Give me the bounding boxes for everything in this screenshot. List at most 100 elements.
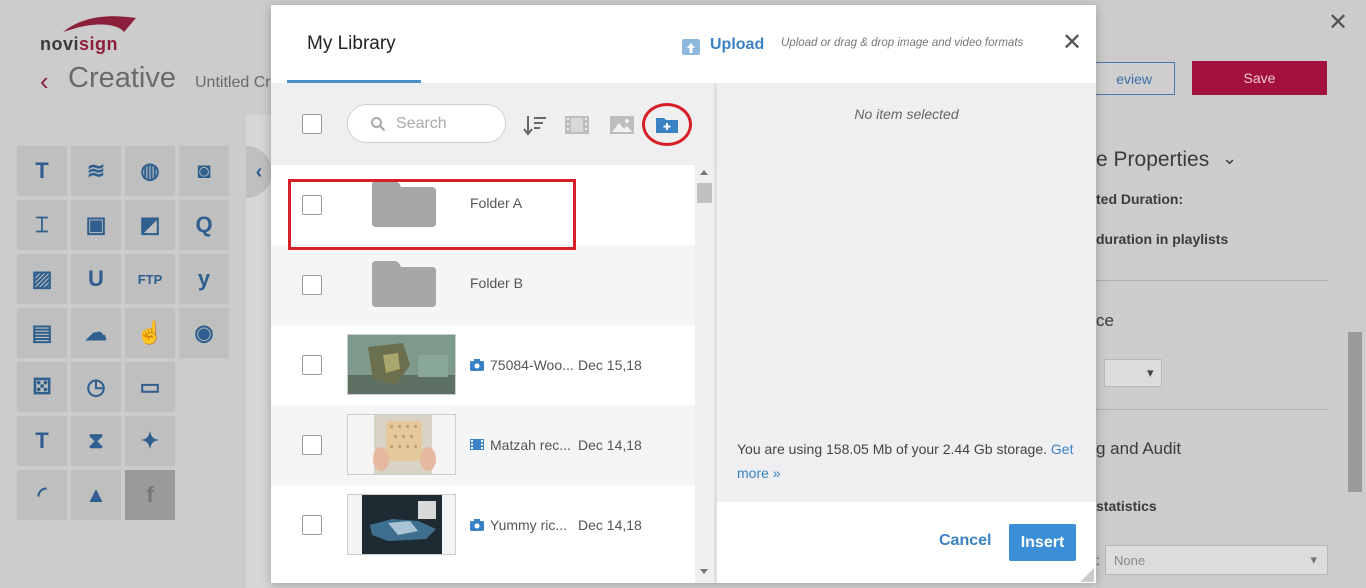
file-name: Yummy ric... xyxy=(490,517,568,533)
widget-shapes-icon[interactable]: ▲ xyxy=(71,470,121,520)
yammer-icon: y xyxy=(197,266,211,291)
hourglass-icon: ⧗ xyxy=(88,428,104,453)
collapse-panel-icon[interactable]: ‹ xyxy=(246,146,272,198)
chevron-down-icon[interactable]: ⌄ xyxy=(1222,148,1237,169)
file-date: Dec 15,18 xyxy=(578,357,642,373)
list-item-folder-b[interactable]: Folder B xyxy=(271,245,695,325)
touch-icon: ☝ xyxy=(136,320,164,345)
text-icon: T xyxy=(35,158,49,183)
widget-youtube-icon[interactable]: ▣ xyxy=(71,200,121,250)
audit-heading: g and Audit xyxy=(1096,439,1182,458)
no-item-message: No item selected xyxy=(854,106,959,122)
video-filter-icon[interactable] xyxy=(564,112,590,138)
playlist-duration-label: duration in playlists xyxy=(1096,231,1229,247)
modal-title: My Library xyxy=(307,33,396,54)
rss-icon: ≋ xyxy=(86,158,106,183)
back-icon[interactable]: ‹ xyxy=(40,66,49,97)
widget-text-box-icon[interactable]: ⌶ xyxy=(17,200,67,250)
file-date: Dec 14,18 xyxy=(578,437,642,453)
file-thumbnail xyxy=(347,334,456,395)
storage-text: You are using 158.05 Mb of your 2.44 Gb … xyxy=(737,441,1048,457)
widget-broadcast-icon[interactable]: ◉ xyxy=(179,308,229,358)
row-checkbox[interactable] xyxy=(302,515,322,535)
tv-icon: ▭ xyxy=(139,374,161,399)
widget-touch-icon[interactable]: ☝ xyxy=(125,308,175,358)
list-item-file[interactable]: 75084-Woo... Dec 15,18 xyxy=(271,325,695,405)
widget-hourglass-icon[interactable]: ⧗ xyxy=(71,416,121,466)
divider xyxy=(1096,409,1328,410)
film-icon xyxy=(470,439,484,450)
file-thumbnail xyxy=(347,414,456,475)
library-modal: My Library Upload Upload or drag & drop … xyxy=(271,5,1096,583)
widget-ticker-icon[interactable]: T xyxy=(17,416,67,466)
scroll-down-icon[interactable] xyxy=(700,569,708,574)
storage-info: You are using 158.05 Mb of your 2.44 Gb … xyxy=(737,437,1082,485)
widget-rss-icon[interactable]: ≋ xyxy=(71,146,121,196)
widget-globe-icon[interactable]: ◍ xyxy=(125,146,175,196)
widget-weather-icon[interactable]: ☁ xyxy=(71,308,121,358)
youtube-icon: ▣ xyxy=(85,212,107,237)
video-icon: ▤ xyxy=(31,320,53,345)
widget-u-icon[interactable]: U xyxy=(71,254,121,304)
widget-feed-icon[interactable]: ◜ xyxy=(17,470,67,520)
creative-name[interactable]: Untitled Cr xyxy=(195,74,271,92)
upload-icon[interactable] xyxy=(681,37,701,57)
scroll-up-icon[interactable] xyxy=(700,170,708,175)
widget-web-image-icon[interactable]: ◩ xyxy=(125,200,175,250)
file-thumbnail xyxy=(347,494,456,555)
statistics-select[interactable]: None ▾ xyxy=(1105,545,1328,575)
widget-q-icon[interactable]: Q xyxy=(179,200,229,250)
dice-icon: ⚄ xyxy=(32,374,52,399)
clock-icon: ◷ xyxy=(86,374,106,399)
image-filter-icon[interactable] xyxy=(609,112,635,138)
widget-video-icon[interactable]: ▤ xyxy=(17,308,67,358)
widget-instagram-icon[interactable]: ◙ xyxy=(179,146,229,196)
modal-close-icon[interactable]: ✕ xyxy=(1062,31,1082,55)
section-select[interactable]: ▾ xyxy=(1104,359,1162,387)
scroll-thumb[interactable] xyxy=(697,183,712,203)
facebook-icon: f xyxy=(146,482,154,507)
list-item-file[interactable]: Matzah rec... Dec 14,18 xyxy=(271,405,695,485)
camera-icon xyxy=(470,519,484,531)
widget-text-icon[interactable]: T xyxy=(17,146,67,196)
properties-scrollbar[interactable] xyxy=(1348,332,1362,492)
globe-icon: ◍ xyxy=(140,158,160,183)
folder-icon xyxy=(372,261,436,307)
statistics-label: statistics xyxy=(1096,498,1157,514)
save-button[interactable]: Save xyxy=(1192,61,1327,95)
preview-pane: No item selected You are using 158.05 Mb… xyxy=(717,83,1096,502)
widget-clock-icon[interactable]: ◷ xyxy=(71,362,121,412)
insert-button[interactable]: Insert xyxy=(1009,524,1076,561)
list-scrollbar[interactable] xyxy=(695,165,714,583)
widget-yammer-icon[interactable]: y xyxy=(179,254,229,304)
list-item-file[interactable]: Yummy ric... Dec 14,18 xyxy=(271,485,695,565)
row-checkbox[interactable] xyxy=(302,275,322,295)
section-heading: ce xyxy=(1096,311,1114,330)
web-image-icon: ◩ xyxy=(139,212,161,237)
app-close-icon[interactable]: ✕ xyxy=(1328,8,1348,37)
twitter-icon: ✦ xyxy=(140,428,160,453)
widget-tv-icon[interactable]: ▭ xyxy=(125,362,175,412)
properties-heading: e Properties xyxy=(1096,148,1210,171)
upload-hint: Upload or drag & drop image and video fo… xyxy=(781,37,1024,49)
cancel-button[interactable]: Cancel xyxy=(939,532,991,550)
weather-icon: ☁ xyxy=(85,320,107,345)
row-checkbox[interactable] xyxy=(302,435,322,455)
search-placeholder: Search xyxy=(396,114,447,132)
resize-handle[interactable] xyxy=(1080,568,1094,582)
sort-icon[interactable] xyxy=(523,112,549,138)
widget-dice-icon[interactable]: ⚄ xyxy=(17,362,67,412)
file-name: 75084-Woo... xyxy=(490,357,574,373)
instagram-icon: ◙ xyxy=(197,158,211,183)
novisign-logo: novisign xyxy=(40,14,140,54)
search-input[interactable]: Search xyxy=(347,104,506,143)
widget-facebook-icon[interactable]: f xyxy=(125,470,175,520)
upload-button[interactable]: Upload xyxy=(710,36,764,54)
annotation-box xyxy=(288,179,576,250)
widget-image-icon[interactable]: ▨ xyxy=(17,254,67,304)
select-all-checkbox[interactable] xyxy=(302,114,322,134)
widget-ftp-icon[interactable]: FTP xyxy=(125,254,175,304)
widget-twitter-icon[interactable]: ✦ xyxy=(125,416,175,466)
row-checkbox[interactable] xyxy=(302,355,322,375)
chevron-down-icon: ▾ xyxy=(1310,552,1317,567)
